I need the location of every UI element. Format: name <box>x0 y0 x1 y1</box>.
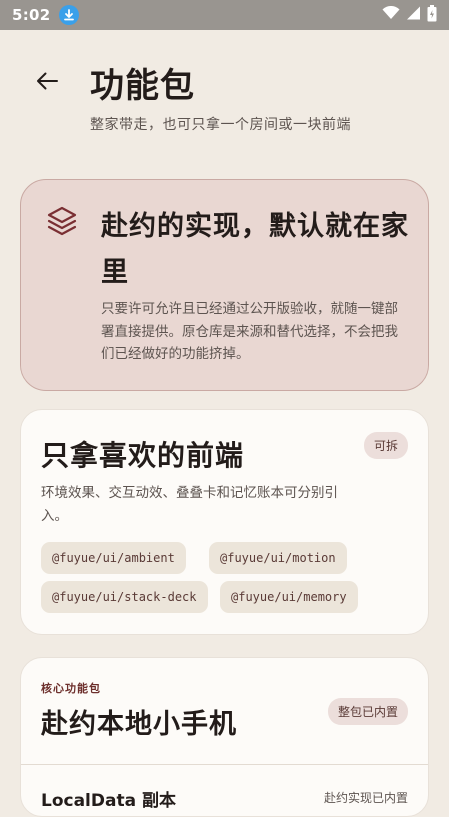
core-card-eyebrow: 核心功能包 <box>41 682 101 695</box>
frontend-card-description: 环境效果、交互动效、叠叠卡和记忆账本可分别引入。 <box>41 485 338 524</box>
download-icon <box>58 5 79 25</box>
wifi-icon <box>382 5 400 24</box>
core-package-card[interactable]: 核心功能包 赴约本地小手机 整包已内置 LocalData 副本 赴约实现已内置 <box>20 657 429 817</box>
hero-card: 赴约的实现，默认就在家里 只要许可允许且已经通过公开版验收，就随一键部署直接提供… <box>20 179 429 391</box>
hero-title: 赴约的实现，默认就在家里 <box>101 211 409 288</box>
package-chip-motion[interactable]: @fuyue/ui/motion <box>209 542 347 574</box>
detachable-badge: 可拆 <box>363 432 408 459</box>
layers-icon <box>45 204 79 238</box>
frontend-card: 只拿喜欢的前端 可拆 环境效果、交互动效、叠叠卡和记忆账本可分别引入。 @fuy… <box>20 409 429 635</box>
package-chip-stack-deck[interactable]: @fuyue/ui/stack-deck <box>41 581 208 613</box>
battery-icon <box>427 4 437 26</box>
bundled-badge: 整包已内置 <box>327 698 408 725</box>
status-time: 5:02 <box>12 6 51 24</box>
page-subtitle: 整家带走，也可只拿一个房间或一块前端 <box>90 117 351 133</box>
signal-icon <box>406 6 421 24</box>
page-title: 功能包 <box>90 66 195 106</box>
core-card-title: 赴约本地小手机 <box>41 709 237 740</box>
hero-description: 只要许可允许且已经通过公开版验收，就随一键部署直接提供。原仓库是来源和替代选择，… <box>101 301 398 362</box>
package-chip-ambient[interactable]: @fuyue/ui/ambient <box>41 542 186 574</box>
localdata-row-title: LocalData 副本 <box>41 791 176 811</box>
status-bar: 5:02 <box>0 0 449 30</box>
frontend-card-title: 只拿喜欢的前端 <box>41 439 245 472</box>
divider <box>21 764 428 765</box>
package-chip-memory[interactable]: @fuyue/ui/memory <box>220 581 358 613</box>
back-button[interactable] <box>30 64 64 98</box>
arrow-left-icon <box>37 72 58 90</box>
